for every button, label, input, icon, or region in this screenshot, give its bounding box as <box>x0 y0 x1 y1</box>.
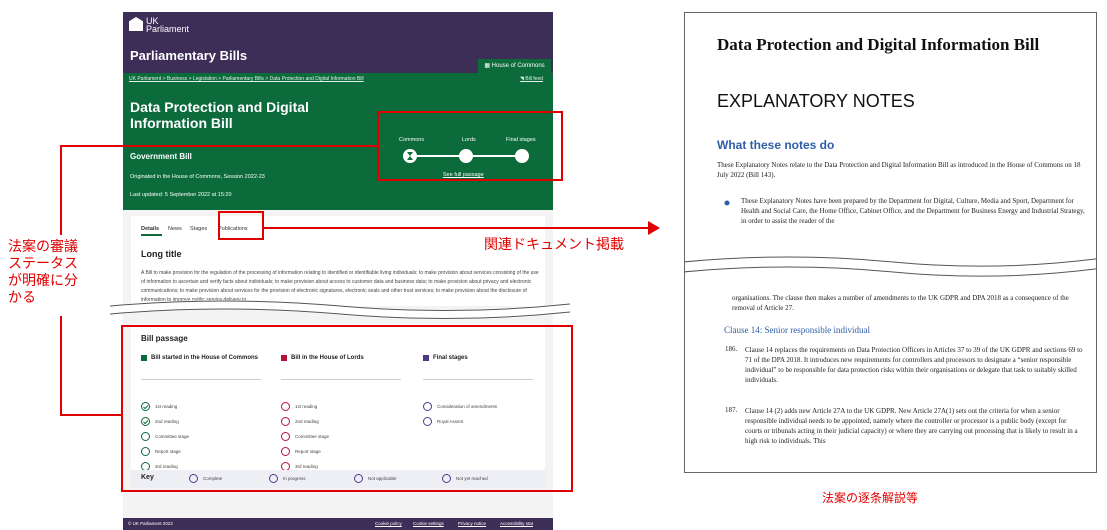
connector-line <box>60 145 378 147</box>
footer-copyright: © UK Parliament 2022 <box>128 521 173 526</box>
status-annotation: 法案の審議 ステータス が明確に分 かる <box>8 238 78 305</box>
connector-line <box>60 316 62 416</box>
footer-link-cookie-settings[interactable]: Cookie settings <box>413 521 444 526</box>
site-footer: © UK Parliament 2022 Cookie policy Cooki… <box>123 518 553 530</box>
active-tab-underline <box>141 234 162 236</box>
breadcrumb[interactable]: UK Parliament > Business > Legislation >… <box>129 76 364 82</box>
paragraph-186: Clause 14 replaces the requirements on D… <box>745 346 1083 384</box>
bill-type: Government Bill <box>130 152 192 161</box>
explanatory-notes-document: Data Protection and Digital Information … <box>684 12 1097 473</box>
documents-annotation: 関連ドキュメント掲載 <box>484 236 624 252</box>
house-of-commons-tab[interactable]: ▦ House of Commons <box>478 59 551 73</box>
publications-highlight-box <box>218 211 264 240</box>
footer-link-accessibility[interactable]: Accessibility stat <box>500 521 533 526</box>
status-highlight-box <box>377 111 563 181</box>
tear-line <box>110 300 570 320</box>
tab-news[interactable]: News <box>168 226 182 232</box>
section-title: Parliamentary Bills <box>130 48 248 63</box>
uk-parliament-logo[interactable]: UK Parliament <box>129 17 189 34</box>
connector-line <box>60 145 62 235</box>
paragraph-number: 186. <box>725 345 738 353</box>
paragraph-number: 187. <box>725 406 738 414</box>
section-heading: What these notes do <box>717 138 835 152</box>
bullet-paragraph: These Explanatory Notes have been prepar… <box>741 197 1085 225</box>
intro-paragraph: These Explanatory Notes relate to the Da… <box>717 161 1081 179</box>
bullet-icon <box>724 200 730 206</box>
continuation-paragraph: organisations. The clause then makes a n… <box>732 294 1069 312</box>
bill-title: Data Protection and Digital Information … <box>130 99 309 131</box>
arrowhead-icon <box>648 221 660 235</box>
explanation-caption: 法案の逐条解説等 <box>822 491 919 505</box>
connector-line <box>60 414 122 416</box>
paragraph-187: Clause 14 (2) adds new Article 27A to th… <box>745 407 1078 445</box>
details-card: Details News Stages Publications Long ti… <box>131 216 545 306</box>
connector-line <box>263 227 655 229</box>
tab-stages[interactable]: Stages <box>190 226 207 232</box>
bill-feed-link[interactable]: ◥ Bill feed <box>520 76 543 82</box>
footer-link-cookie-policy[interactable]: Cookie policy <box>375 521 402 526</box>
document-bill-title: Data Protection and Digital Information … <box>717 35 1040 54</box>
clause-heading: Clause 14: Senior responsible individual <box>724 325 870 335</box>
bill-origin: Originated in the House of Commons, Sess… <box>130 174 265 180</box>
tear-line <box>685 256 1096 278</box>
last-updated: Last updated: 5 September 2022 at 15:20 <box>130 192 232 198</box>
tab-details[interactable]: Details <box>141 226 159 232</box>
portcullis-icon <box>129 17 143 31</box>
footer-link-privacy[interactable]: Privacy notice <box>458 521 486 526</box>
bill-passage-highlight-box <box>121 325 573 492</box>
long-title-heading: Long title <box>141 249 182 259</box>
document-heading: EXPLANATORY NOTES <box>717 91 915 111</box>
site-header: UK Parliament <box>123 12 553 39</box>
